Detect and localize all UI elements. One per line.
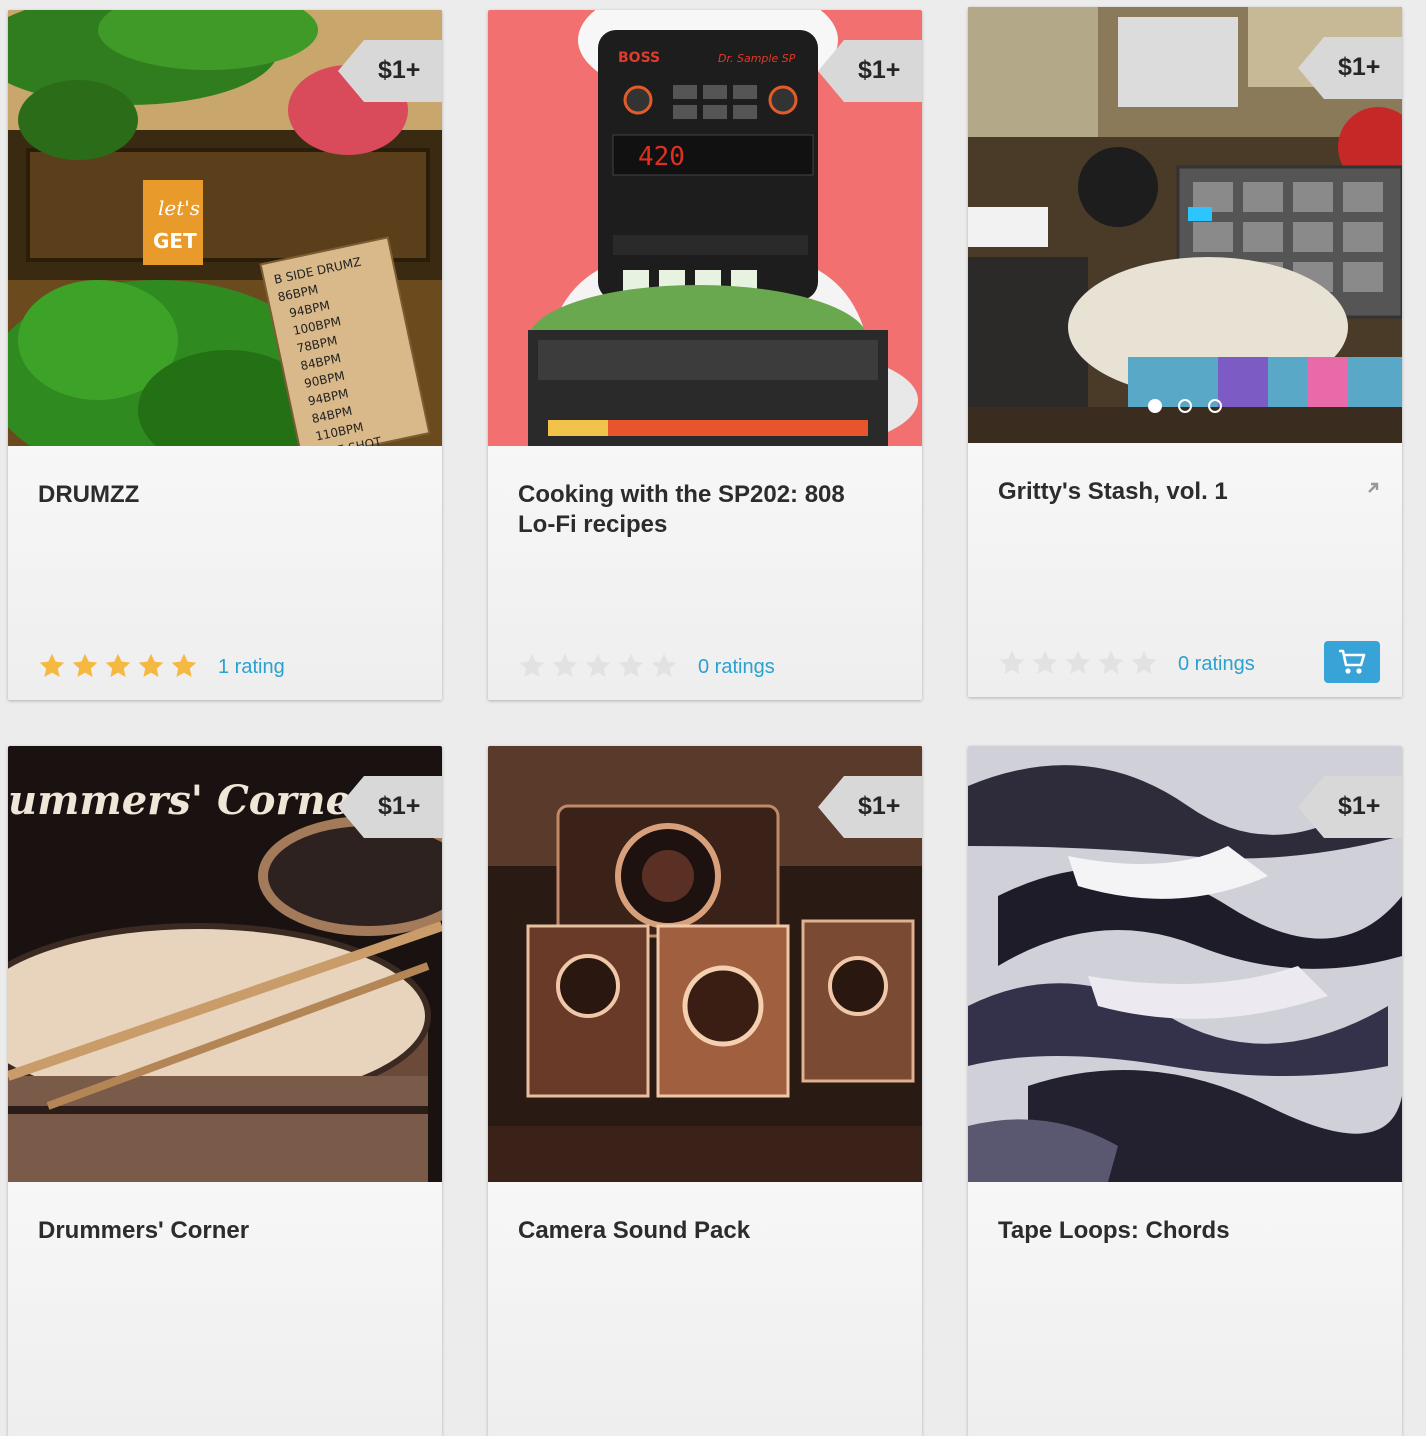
product-card-grittys-stash[interactable]: $1+ Gritty's Stash, vol. 1 0 ratings xyxy=(968,7,1402,697)
product-card-tape-loops-chords[interactable]: $1+ Tape Loops: Chords xyxy=(968,746,1402,1436)
product-title[interactable]: DRUMZZ xyxy=(38,480,408,510)
price-label: $1+ xyxy=(1338,792,1381,820)
star-icon xyxy=(171,653,197,677)
price-label: $1+ xyxy=(378,792,421,820)
star-icon xyxy=(651,653,677,677)
product-title[interactable]: Drummers' Corner xyxy=(38,1216,408,1246)
star-icon xyxy=(105,653,131,677)
product-title[interactable]: Cooking with the SP202: 808 Lo-Fi recipe… xyxy=(518,480,888,540)
price-tag: $1+ xyxy=(338,776,442,838)
svg-text:420: 420 xyxy=(638,142,685,172)
price-label: $1+ xyxy=(378,56,421,84)
star-icon xyxy=(1032,650,1058,674)
product-card-body: Tape Loops: Chords xyxy=(968,1182,1402,1436)
rating-count-link[interactable]: 1 rating xyxy=(218,656,285,679)
product-title[interactable]: Camera Sound Pack xyxy=(518,1216,888,1246)
rating-count-link[interactable]: 0 ratings xyxy=(698,656,775,679)
star-icon xyxy=(999,650,1025,674)
star-icon xyxy=(39,653,65,677)
svg-text:ummers' Corner: ummers' Corner xyxy=(8,777,375,824)
price-label: $1+ xyxy=(858,792,901,820)
carousel-dot[interactable] xyxy=(1178,399,1192,413)
product-card-camera-sound-pack[interactable]: $1+ Camera Sound Pack xyxy=(488,746,922,1436)
price-tag: $1+ xyxy=(818,776,922,838)
product-card-body: Cooking with the SP202: 808 Lo-Fi recipe… xyxy=(488,446,922,700)
star-icon xyxy=(1131,650,1157,674)
svg-text:GET: GET xyxy=(153,229,197,253)
price-label: $1+ xyxy=(858,56,901,84)
external-link-icon[interactable] xyxy=(1366,481,1380,495)
add-to-cart-button[interactable] xyxy=(1324,641,1380,683)
star-icon xyxy=(585,653,611,677)
svg-text:Dr. Sample SP: Dr. Sample SP xyxy=(718,52,796,65)
star-icon xyxy=(1098,650,1124,674)
svg-text:BOSS: BOSS xyxy=(618,50,660,66)
price-tag: $1+ xyxy=(818,40,922,102)
star-rating xyxy=(38,652,198,680)
price-tag: $1+ xyxy=(338,40,442,102)
product-card-body: Drummers' Corner xyxy=(8,1182,442,1436)
star-icon xyxy=(552,653,578,677)
product-title[interactable]: Tape Loops: Chords xyxy=(998,1216,1368,1246)
product-card-body: Gritty's Stash, vol. 1 0 ratings xyxy=(968,443,1402,697)
shopping-cart-icon xyxy=(1339,649,1366,674)
price-tag: $1+ xyxy=(1298,37,1402,99)
star-icon xyxy=(1065,650,1091,674)
carousel-dot[interactable] xyxy=(1148,399,1162,413)
star-rating xyxy=(998,649,1158,677)
star-rating xyxy=(518,652,678,680)
rating-count-link[interactable]: 0 ratings xyxy=(1178,653,1255,676)
product-card-sp202[interactable]: BOSS Dr. Sample SP 420 $1+ Cooking with … xyxy=(488,10,922,700)
carousel-dot[interactable] xyxy=(1208,399,1222,413)
product-card-body: DRUMZZ 1 rating xyxy=(8,446,442,700)
product-title[interactable]: Gritty's Stash, vol. 1 xyxy=(998,477,1368,507)
product-card-drummers-corner[interactable]: ummers' Corner $1+ Drummers' Corner xyxy=(8,746,442,1436)
product-card-body: Camera Sound Pack xyxy=(488,1182,922,1436)
price-tag: $1+ xyxy=(1298,776,1402,838)
carousel-dots xyxy=(968,399,1402,418)
product-card-drumzz[interactable]: let's GET B SIDE DRUMZ 86BPM 94BPM 100BP… xyxy=(8,10,442,700)
star-icon xyxy=(72,653,98,677)
star-icon xyxy=(618,653,644,677)
star-icon xyxy=(519,653,545,677)
star-icon xyxy=(138,653,164,677)
svg-text:let's: let's xyxy=(158,196,200,220)
price-label: $1+ xyxy=(1338,53,1381,81)
